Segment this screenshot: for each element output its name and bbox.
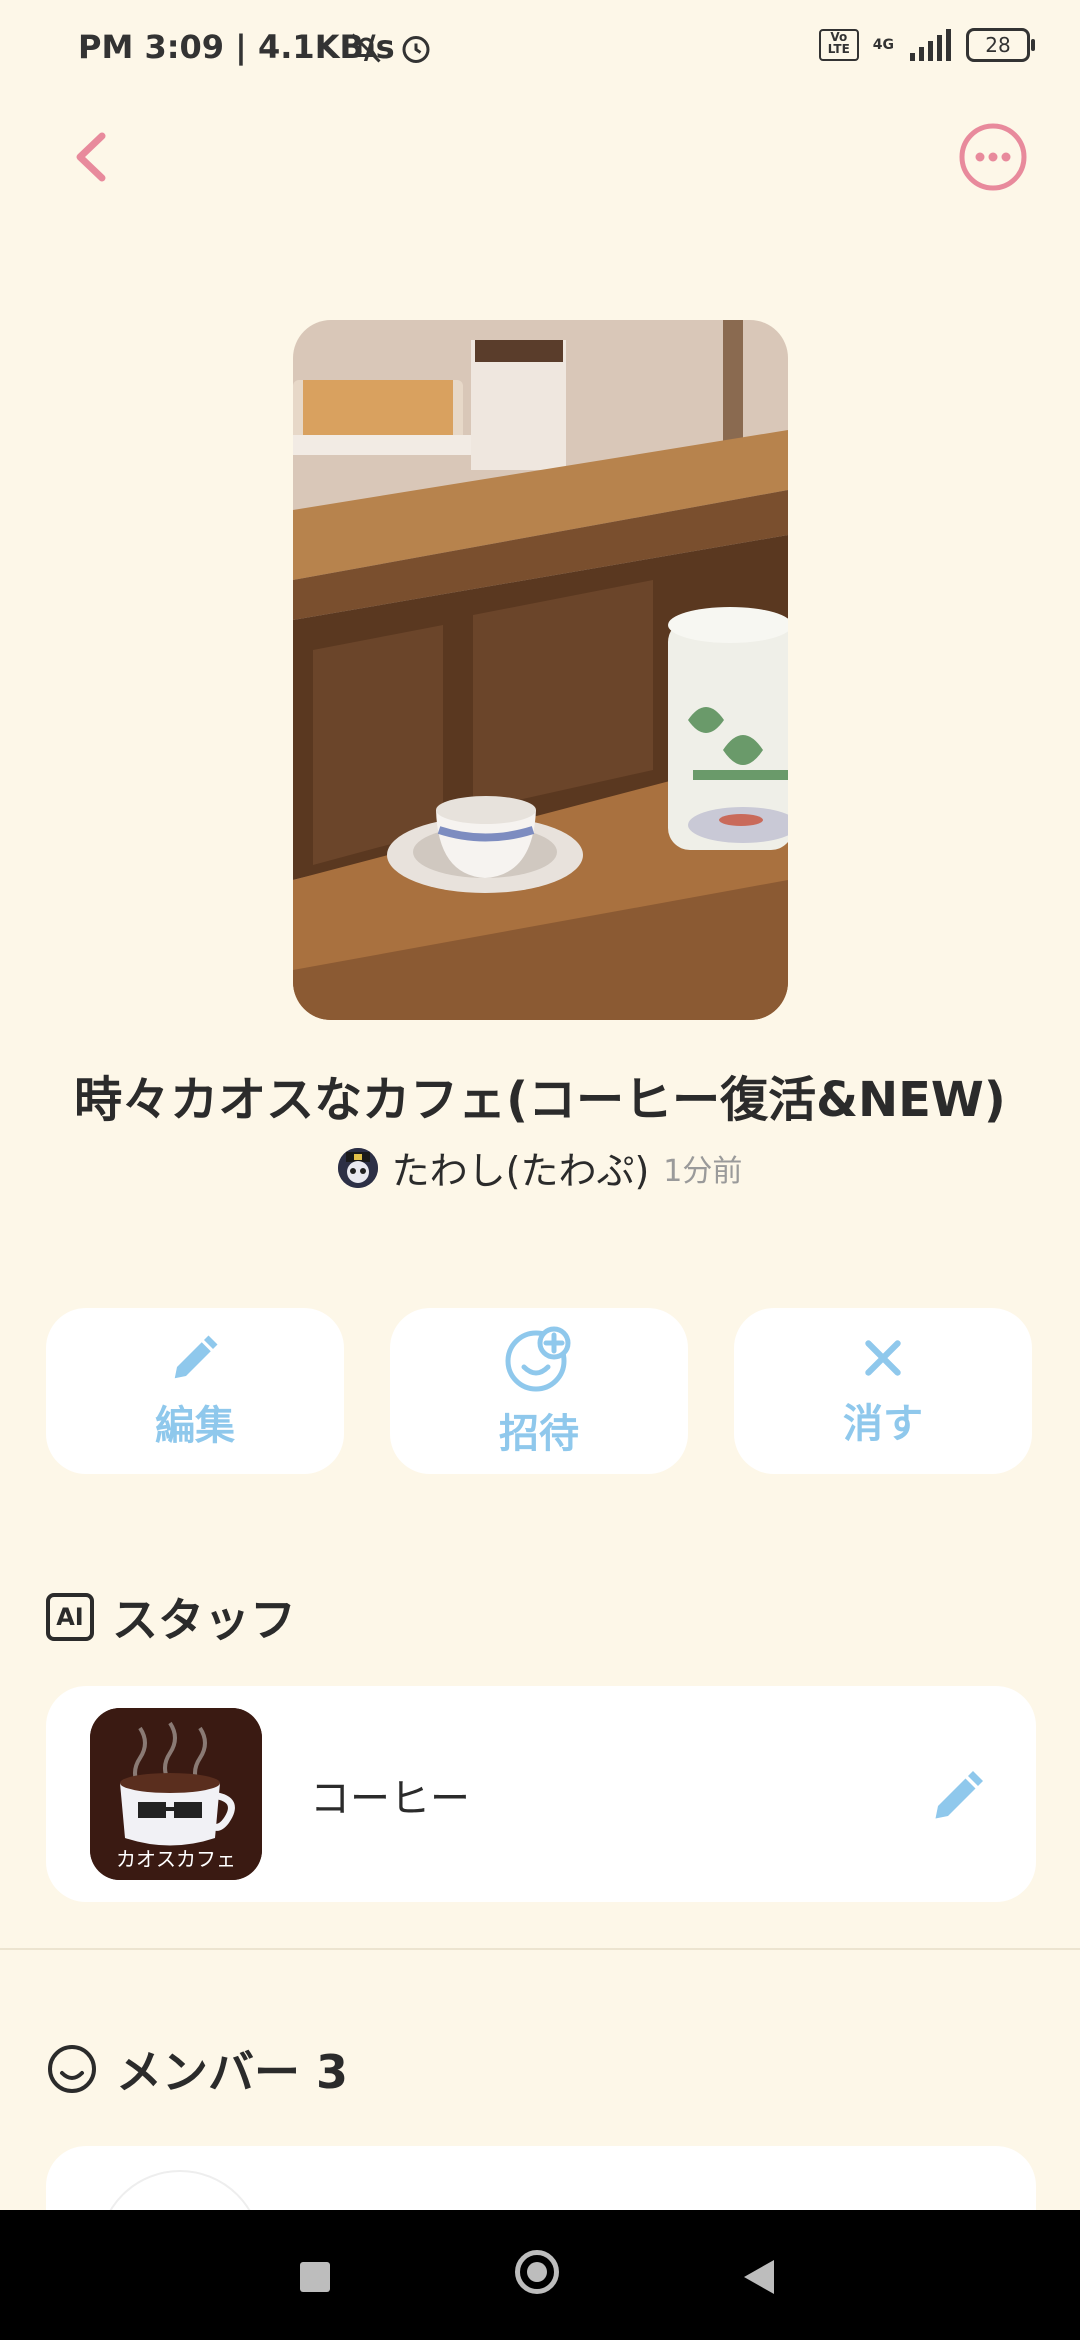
invite-label: 招待 [499,1411,579,1457]
section-divider [0,1948,1080,1950]
home-button[interactable] [515,2250,559,2294]
edit-label: 編集 [155,1403,235,1449]
avatar-icon [337,1147,378,1188]
staff-name: コーヒー [310,1776,470,1822]
author-row[interactable]: たわし(たわぷ) 1分前 [0,1140,1080,1195]
bell-off-icon [351,33,381,63]
edit-button[interactable]: 編集 [46,1308,344,1474]
invite-button[interactable]: 招待 [390,1308,688,1474]
staff-edit-button[interactable] [928,1766,988,1826]
more-options-button[interactable] [958,122,1028,192]
members-title: メンバー 3 [116,2045,349,2099]
more-horizontal-icon [959,123,1027,191]
status-icons-left [348,30,434,66]
room-cover-image[interactable] [293,320,788,1020]
status-icons-right: Vo LTE 4G 28 [818,28,1035,62]
close-icon [865,1340,901,1376]
chevron-left-icon [76,132,106,182]
staff-thumbnail[interactable]: カオスカフェ [90,1708,262,1880]
members-section-title: メンバー 3 [46,2036,348,2102]
room-title: 時々カオスなカフェ(コーヒー復活&NEW) [74,1072,1006,1128]
system-nav-bar [0,2210,1080,2340]
smile-icon [48,2045,96,2093]
staff-title: スタッフ [112,1593,296,1647]
battery-icon: 28 [966,28,1035,62]
signal-icon [910,29,951,61]
staff-thumbnail-caption: カオスカフェ [116,1847,236,1871]
recents-button[interactable] [300,2262,330,2292]
author-name[interactable]: たわし(たわぷ) [392,1140,650,1195]
delete-label: 消す [843,1401,923,1447]
back-button[interactable] [66,122,116,192]
pencil-icon [935,1771,983,1819]
staff-card[interactable]: カオスカフェ コーヒー [46,1686,1036,1902]
status-bar: PM 3:09 | 4.1KB/s Vo LTE 4G 28 [0,0,1080,96]
volte-icon: Vo LTE [818,29,859,61]
delete-button[interactable]: 消す [734,1308,1032,1474]
updated-time: 1分前 [663,1153,743,1189]
action-buttons: 編集 招待 消す [46,1308,1036,1474]
cafe-illustration [293,320,788,1020]
alarm-icon [402,36,430,63]
staff-section-title: AI スタッフ [46,1584,296,1650]
ai-badge-icon: AI [46,1593,94,1641]
network-type: 4G [872,37,894,53]
author-avatar[interactable] [337,1147,378,1188]
pencil-icon [174,1335,218,1379]
system-back-button[interactable] [744,2260,774,2294]
add-person-icon [505,1326,571,1392]
